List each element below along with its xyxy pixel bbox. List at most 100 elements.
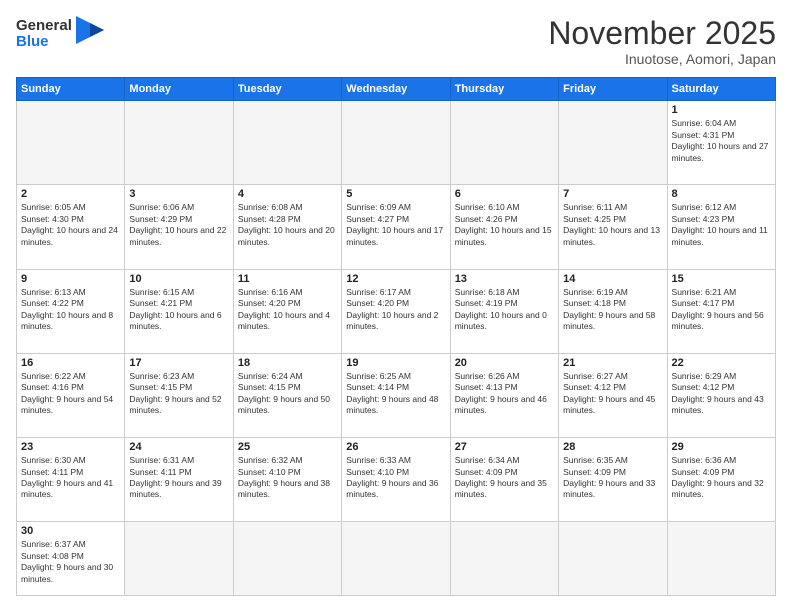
daylight-label: Daylight: 9 hours and 46 minutes. xyxy=(455,394,547,415)
day-info: Sunrise: 6:19 AM Sunset: 4:18 PM Dayligh… xyxy=(563,287,662,333)
sunrise-label: Sunrise: 6:12 AM xyxy=(672,202,737,212)
sunset-label: Sunset: 4:11 PM xyxy=(129,467,191,477)
sunset-label: Sunset: 4:13 PM xyxy=(455,382,518,392)
day-number: 13 xyxy=(455,273,554,285)
calendar-header-row: Sunday Monday Tuesday Wednesday Thursday… xyxy=(17,78,776,101)
sunset-label: Sunset: 4:08 PM xyxy=(21,551,84,561)
daylight-label: Daylight: 9 hours and 58 minutes. xyxy=(563,310,655,331)
table-row: 18 Sunrise: 6:24 AM Sunset: 4:15 PM Dayl… xyxy=(233,353,341,437)
day-info: Sunrise: 6:22 AM Sunset: 4:16 PM Dayligh… xyxy=(21,371,120,417)
daylight-label: Daylight: 10 hours and 0 minutes. xyxy=(455,310,547,331)
day-number: 28 xyxy=(563,441,662,453)
sunrise-label: Sunrise: 6:08 AM xyxy=(238,202,303,212)
daylight-label: Daylight: 9 hours and 54 minutes. xyxy=(21,394,113,415)
logo-blue-text: Blue xyxy=(16,34,72,51)
calendar-week-row: 1 Sunrise: 6:04 AM Sunset: 4:31 PM Dayli… xyxy=(17,101,776,185)
sunset-label: Sunset: 4:11 PM xyxy=(21,467,83,477)
sunset-label: Sunset: 4:27 PM xyxy=(346,214,409,224)
daylight-label: Daylight: 9 hours and 38 minutes. xyxy=(238,478,330,499)
sunrise-label: Sunrise: 6:21 AM xyxy=(672,287,737,297)
table-row: 13 Sunrise: 6:18 AM Sunset: 4:19 PM Dayl… xyxy=(450,269,558,353)
table-row: 3 Sunrise: 6:06 AM Sunset: 4:29 PM Dayli… xyxy=(125,185,233,269)
table-row: 14 Sunrise: 6:19 AM Sunset: 4:18 PM Dayl… xyxy=(559,269,667,353)
day-number: 27 xyxy=(455,441,554,453)
day-info: Sunrise: 6:36 AM Sunset: 4:09 PM Dayligh… xyxy=(672,455,771,501)
daylight-label: Daylight: 9 hours and 52 minutes. xyxy=(129,394,221,415)
sunrise-label: Sunrise: 6:25 AM xyxy=(346,371,411,381)
table-row: 15 Sunrise: 6:21 AM Sunset: 4:17 PM Dayl… xyxy=(667,269,775,353)
table-row: 16 Sunrise: 6:22 AM Sunset: 4:16 PM Dayl… xyxy=(17,353,125,437)
day-info: Sunrise: 6:33 AM Sunset: 4:10 PM Dayligh… xyxy=(346,455,445,501)
daylight-label: Daylight: 10 hours and 20 minutes. xyxy=(238,225,335,246)
col-tuesday: Tuesday xyxy=(233,78,341,101)
sunset-label: Sunset: 4:20 PM xyxy=(346,298,409,308)
day-info: Sunrise: 6:31 AM Sunset: 4:11 PM Dayligh… xyxy=(129,455,228,501)
sunrise-label: Sunrise: 6:35 AM xyxy=(563,455,628,465)
table-row xyxy=(17,101,125,185)
sunset-label: Sunset: 4:09 PM xyxy=(672,467,735,477)
table-row: 5 Sunrise: 6:09 AM Sunset: 4:27 PM Dayli… xyxy=(342,185,450,269)
sunset-label: Sunset: 4:09 PM xyxy=(563,467,626,477)
sunrise-label: Sunrise: 6:34 AM xyxy=(455,455,520,465)
table-row xyxy=(450,522,558,596)
sunrise-label: Sunrise: 6:27 AM xyxy=(563,371,628,381)
day-number: 18 xyxy=(238,357,337,369)
sunset-label: Sunset: 4:25 PM xyxy=(563,214,626,224)
daylight-label: Daylight: 10 hours and 27 minutes. xyxy=(672,141,769,162)
sunrise-label: Sunrise: 6:15 AM xyxy=(129,287,194,297)
sunrise-label: Sunrise: 6:36 AM xyxy=(672,455,737,465)
day-number: 15 xyxy=(672,273,771,285)
calendar-week-row: 30 Sunrise: 6:37 AM Sunset: 4:08 PM Dayl… xyxy=(17,522,776,596)
sunset-label: Sunset: 4:15 PM xyxy=(238,382,301,392)
daylight-label: Daylight: 10 hours and 6 minutes. xyxy=(129,310,221,331)
day-info: Sunrise: 6:18 AM Sunset: 4:19 PM Dayligh… xyxy=(455,287,554,333)
table-row: 6 Sunrise: 6:10 AM Sunset: 4:26 PM Dayli… xyxy=(450,185,558,269)
table-row xyxy=(233,101,341,185)
sunset-label: Sunset: 4:10 PM xyxy=(346,467,409,477)
day-info: Sunrise: 6:27 AM Sunset: 4:12 PM Dayligh… xyxy=(563,371,662,417)
day-number: 25 xyxy=(238,441,337,453)
daylight-label: Daylight: 9 hours and 41 minutes. xyxy=(21,478,113,499)
sunrise-label: Sunrise: 6:37 AM xyxy=(21,539,86,549)
sunset-label: Sunset: 4:14 PM xyxy=(346,382,409,392)
day-info: Sunrise: 6:24 AM Sunset: 4:15 PM Dayligh… xyxy=(238,371,337,417)
day-info: Sunrise: 6:26 AM Sunset: 4:13 PM Dayligh… xyxy=(455,371,554,417)
day-info: Sunrise: 6:30 AM Sunset: 4:11 PM Dayligh… xyxy=(21,455,120,501)
col-thursday: Thursday xyxy=(450,78,558,101)
table-row: 27 Sunrise: 6:34 AM Sunset: 4:09 PM Dayl… xyxy=(450,438,558,522)
daylight-label: Daylight: 9 hours and 39 minutes. xyxy=(129,478,221,499)
location: Inuotose, Aomori, Japan xyxy=(548,51,776,67)
day-number: 7 xyxy=(563,188,662,200)
sunset-label: Sunset: 4:10 PM xyxy=(238,467,301,477)
sunrise-label: Sunrise: 6:31 AM xyxy=(129,455,194,465)
day-info: Sunrise: 6:34 AM Sunset: 4:09 PM Dayligh… xyxy=(455,455,554,501)
daylight-label: Daylight: 9 hours and 36 minutes. xyxy=(346,478,438,499)
day-info: Sunrise: 6:15 AM Sunset: 4:21 PM Dayligh… xyxy=(129,287,228,333)
table-row: 2 Sunrise: 6:05 AM Sunset: 4:30 PM Dayli… xyxy=(17,185,125,269)
daylight-label: Daylight: 9 hours and 35 minutes. xyxy=(455,478,547,499)
sunrise-label: Sunrise: 6:24 AM xyxy=(238,371,303,381)
sunrise-label: Sunrise: 6:10 AM xyxy=(455,202,520,212)
day-info: Sunrise: 6:05 AM Sunset: 4:30 PM Dayligh… xyxy=(21,202,120,248)
table-row xyxy=(342,101,450,185)
daylight-label: Daylight: 10 hours and 4 minutes. xyxy=(238,310,330,331)
sunrise-label: Sunrise: 6:05 AM xyxy=(21,202,86,212)
day-info: Sunrise: 6:32 AM Sunset: 4:10 PM Dayligh… xyxy=(238,455,337,501)
day-info: Sunrise: 6:10 AM Sunset: 4:26 PM Dayligh… xyxy=(455,202,554,248)
sunset-label: Sunset: 4:28 PM xyxy=(238,214,301,224)
logo-triangle-icon xyxy=(76,16,104,52)
table-row: 17 Sunrise: 6:23 AM Sunset: 4:15 PM Dayl… xyxy=(125,353,233,437)
sunrise-label: Sunrise: 6:16 AM xyxy=(238,287,303,297)
calendar-table: Sunday Monday Tuesday Wednesday Thursday… xyxy=(16,77,776,596)
sunrise-label: Sunrise: 6:32 AM xyxy=(238,455,303,465)
table-row: 1 Sunrise: 6:04 AM Sunset: 4:31 PM Dayli… xyxy=(667,101,775,185)
calendar-week-row: 16 Sunrise: 6:22 AM Sunset: 4:16 PM Dayl… xyxy=(17,353,776,437)
daylight-label: Daylight: 10 hours and 8 minutes. xyxy=(21,310,113,331)
day-info: Sunrise: 6:23 AM Sunset: 4:15 PM Dayligh… xyxy=(129,371,228,417)
day-number: 3 xyxy=(129,188,228,200)
calendar-week-row: 2 Sunrise: 6:05 AM Sunset: 4:30 PM Dayli… xyxy=(17,185,776,269)
day-number: 23 xyxy=(21,441,120,453)
sunset-label: Sunset: 4:19 PM xyxy=(455,298,518,308)
day-info: Sunrise: 6:16 AM Sunset: 4:20 PM Dayligh… xyxy=(238,287,337,333)
table-row xyxy=(667,522,775,596)
